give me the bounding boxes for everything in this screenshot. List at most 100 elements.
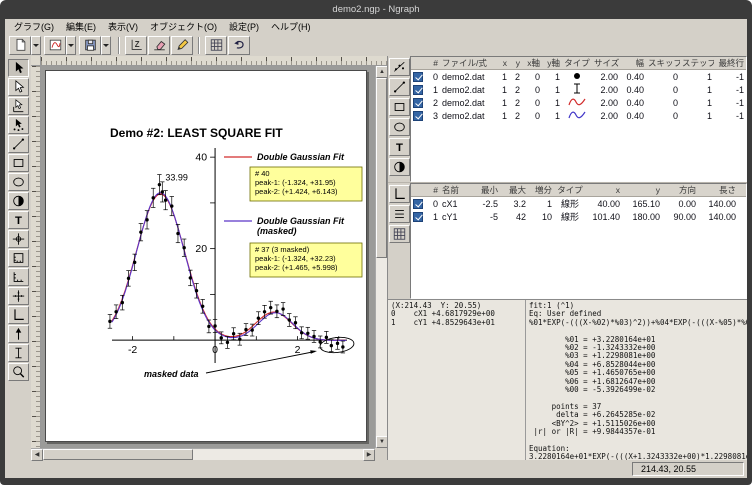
- errorbar-tool[interactable]: [8, 344, 29, 362]
- single-axis-tool[interactable]: [8, 306, 29, 324]
- data-point: [263, 310, 266, 313]
- data-point: [207, 325, 210, 328]
- ellipse-list-icon[interactable]: [389, 118, 410, 136]
- cross-axis-tool[interactable]: [8, 287, 29, 305]
- frame-axis-tool[interactable]: [8, 249, 29, 267]
- axis-table-row-0-checkbox[interactable]: [413, 199, 423, 209]
- pencil-icon: [175, 38, 190, 52]
- axis-table-row-1-checkbox[interactable]: [413, 212, 423, 222]
- horizontal-scroll-thumb[interactable]: [43, 449, 193, 460]
- errorbar-tool-icon: [11, 346, 26, 360]
- save-graph-button[interactable]: [79, 36, 101, 55]
- axis-table-cell-1-0: 1: [427, 212, 440, 222]
- toolbar-separator: [198, 37, 200, 54]
- data-draw-icon[interactable]: [389, 58, 410, 76]
- horizontal-scrollbar[interactable]: ◀ ▶: [31, 448, 375, 460]
- file-table-cell-1-3: 2: [509, 85, 522, 95]
- draw-button[interactable]: [171, 36, 193, 55]
- new-graph-button-dropdown[interactable]: [31, 36, 41, 55]
- file-table-cell-1-5: 1: [542, 85, 562, 95]
- vertical-scroll-track[interactable]: [376, 78, 387, 436]
- text-list-icon[interactable]: T: [389, 138, 410, 156]
- file-table-row-2-checkbox[interactable]: [413, 98, 423, 108]
- text-tool[interactable]: T: [8, 211, 29, 229]
- file-table-row-1-checkbox[interactable]: [413, 85, 423, 95]
- file-table-row-0[interactable]: 0demo2.dat12012.000.4001-1: [411, 70, 746, 83]
- zoom-tool[interactable]: [8, 363, 29, 381]
- undo-button[interactable]: [228, 36, 250, 55]
- line-list-icon[interactable]: [389, 78, 410, 96]
- select-tool[interactable]: [8, 59, 29, 77]
- menu-item-1[interactable]: 編集(E): [60, 19, 102, 34]
- axis-table: #名前最小最大増分タイプxy方向長さ0cX1-2.53.21線形40.00165…: [410, 183, 747, 299]
- mark-tool[interactable]: [8, 230, 29, 248]
- graph-canvas[interactable]: Demo #2: LEAST SQUARE FIT-202204033.99Do…: [46, 71, 368, 443]
- vertical-scrollbar[interactable]: ▲ ▼: [375, 66, 387, 448]
- axis-table-header-1: 名前: [440, 184, 470, 196]
- arc-list-icon[interactable]: [389, 158, 410, 176]
- axis-table-cell-1-9: 140.00: [698, 212, 738, 222]
- arc-tool[interactable]: [8, 192, 29, 210]
- menu-item-0[interactable]: グラフ(G): [8, 19, 60, 34]
- axis-table-header-0: #: [427, 185, 440, 195]
- graph-page[interactable]: Demo #2: LEAST SQUARE FIT-202204033.99Do…: [45, 70, 367, 442]
- file-table-cell-3-11: -1: [714, 111, 746, 121]
- errorbar-icon: [562, 83, 592, 96]
- file-table-row-1[interactable]: 1demo2.dat12012.000.4001-1: [411, 83, 746, 96]
- eraser-icon: [152, 38, 167, 52]
- axis-table-row-0[interactable]: 0cX1-2.53.21線形40.00165.100.00140.00: [411, 197, 746, 210]
- vertical-scroll-thumb[interactable]: [376, 78, 387, 258]
- data-select-tool[interactable]: [8, 116, 29, 134]
- save-graph-button-dropdown[interactable]: [101, 36, 111, 55]
- axis-scale-button[interactable]: Z: [125, 36, 147, 55]
- arc-icon: [11, 194, 26, 208]
- masked-data-point: [341, 345, 344, 348]
- file-table-row-3-checkbox[interactable]: [413, 111, 423, 121]
- axis-table-header-7: y: [622, 185, 662, 195]
- data-point: [275, 310, 278, 313]
- file-table-header-1: ファイル/式: [440, 57, 496, 69]
- axis-table-cell-1-6: 101.40: [586, 212, 622, 222]
- axis-table-cell-0-6: 40.00: [586, 199, 622, 209]
- data-point: [145, 218, 148, 221]
- file-table-cell-3-8: 0.40: [620, 111, 646, 121]
- coordinate-grid-icon[interactable]: [389, 225, 410, 243]
- axis-select-tool[interactable]: [8, 97, 29, 115]
- merge-list-icon[interactable]: [389, 205, 410, 223]
- axis-table-cell-1-3: 42: [500, 212, 528, 222]
- data-point: [244, 328, 247, 331]
- rect-list-icon[interactable]: [389, 98, 410, 116]
- menu-item-3[interactable]: オブジェクト(O): [144, 19, 223, 34]
- file-table-cell-2-10: 1: [680, 98, 714, 108]
- rect-tool[interactable]: [8, 154, 29, 172]
- menu-item-4[interactable]: 設定(P): [223, 19, 265, 34]
- menu-item-2[interactable]: 表示(V): [102, 19, 144, 34]
- section-axis-tool[interactable]: [8, 268, 29, 286]
- new-graph-button[interactable]: [9, 36, 31, 55]
- canvas-viewport[interactable]: Demo #2: LEAST SQUARE FIT-202204033.99Do…: [41, 66, 375, 448]
- axis-table-row-1[interactable]: 1cY1-54210線形101.40180.0090.00140.00: [411, 210, 746, 223]
- file-table-row-3[interactable]: 3demo2.dat12012.000.4001-1: [411, 109, 746, 122]
- axis-list-icon[interactable]: [389, 185, 410, 203]
- file-table-cell-2-7: 2.00: [592, 98, 620, 108]
- horizontal-scroll-track[interactable]: [43, 449, 363, 460]
- file-table-row-2[interactable]: 2demo2.dat12012.000.4001-1: [411, 96, 746, 109]
- file-table-row-0-checkbox[interactable]: [413, 72, 423, 82]
- axis-table-cell-0-4: 1: [528, 199, 554, 209]
- window-titlebar[interactable]: demo2.ngp - Ngraph: [0, 0, 752, 19]
- status-bar: 214.43, 20.55: [5, 460, 747, 478]
- axis-table-header-row: #名前最小最大増分タイプxy方向長さ: [411, 184, 746, 197]
- clear-button[interactable]: [148, 36, 170, 55]
- legend-select-tool[interactable]: [8, 78, 29, 96]
- ellipse-tool[interactable]: [8, 173, 29, 191]
- axis-table-header-9: 長さ: [698, 184, 738, 196]
- grid-button[interactable]: [205, 36, 227, 55]
- load-graph-button-dropdown[interactable]: [66, 36, 76, 55]
- line-tool[interactable]: [8, 135, 29, 153]
- load-graph-button[interactable]: [44, 36, 66, 55]
- menu-item-5[interactable]: ヘルプ(H): [265, 19, 317, 34]
- console-area: (X:214.43 Y: 20.55) 0 cX1 +4.6817929e+00…: [388, 299, 747, 460]
- arrow-tool[interactable]: [8, 325, 29, 343]
- data-point: [269, 306, 272, 309]
- file-list-pane: T #ファイル/式xyx軸y軸タイプサイズ幅スキップステップ最終行デー0demo…: [388, 56, 747, 182]
